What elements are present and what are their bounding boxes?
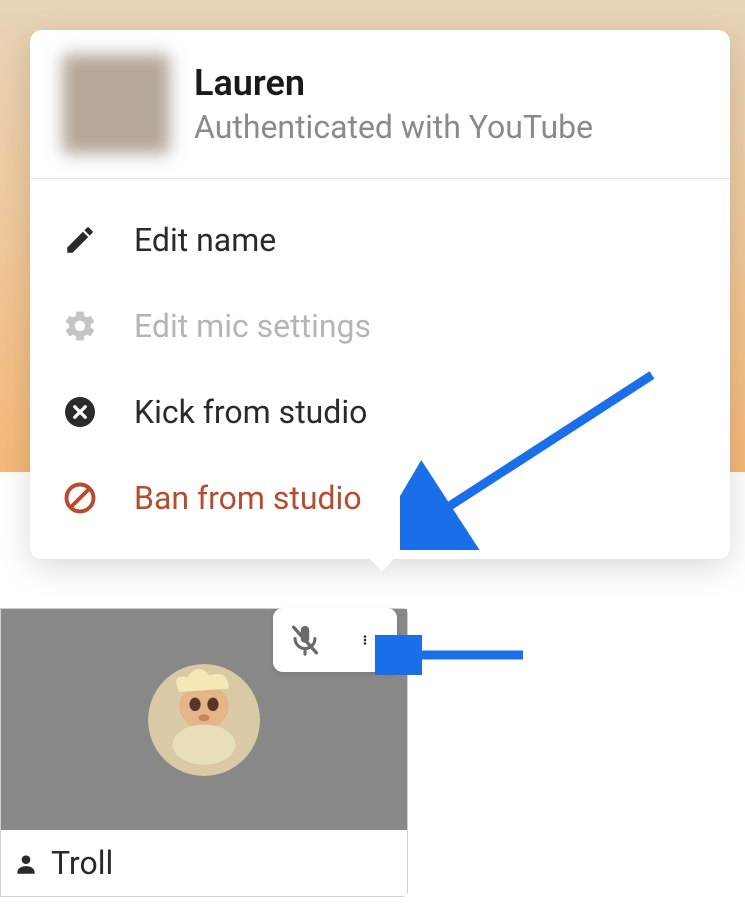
popover-pointer xyxy=(368,557,396,571)
circle-x-icon xyxy=(62,394,98,430)
participant-name-bar: Troll xyxy=(1,830,407,896)
menu-list: Edit name Edit mic settings Kick from st… xyxy=(30,179,730,559)
user-options-popover: Lauren Authenticated with YouTube Edit n… xyxy=(30,30,730,559)
person-icon xyxy=(13,851,37,875)
participant-avatar xyxy=(148,664,260,776)
menu-item-ban[interactable]: Ban from studio xyxy=(30,455,730,541)
more-options-button[interactable] xyxy=(347,620,383,660)
participant-card: Troll xyxy=(0,608,408,897)
user-auth-status: Authenticated with YouTube xyxy=(194,108,593,146)
participant-video-area xyxy=(1,609,407,830)
menu-label-edit-mic: Edit mic settings xyxy=(134,307,371,345)
menu-item-edit-mic: Edit mic settings xyxy=(30,283,730,369)
user-name: Lauren xyxy=(194,62,593,104)
header-text: Lauren Authenticated with YouTube xyxy=(194,62,593,146)
menu-label-kick: Kick from studio xyxy=(134,393,367,431)
ban-icon xyxy=(62,480,98,516)
gear-icon xyxy=(62,308,98,344)
menu-label-edit-name: Edit name xyxy=(134,221,276,259)
popover-header: Lauren Authenticated with YouTube xyxy=(30,30,730,179)
mic-mute-button[interactable] xyxy=(287,620,323,660)
menu-label-ban: Ban from studio xyxy=(134,479,362,517)
user-avatar xyxy=(62,54,170,154)
participant-controls xyxy=(273,608,397,672)
menu-item-kick[interactable]: Kick from studio xyxy=(30,369,730,455)
participant-name: Troll xyxy=(51,844,113,882)
pencil-icon xyxy=(62,222,98,258)
menu-item-edit-name[interactable]: Edit name xyxy=(30,197,730,283)
